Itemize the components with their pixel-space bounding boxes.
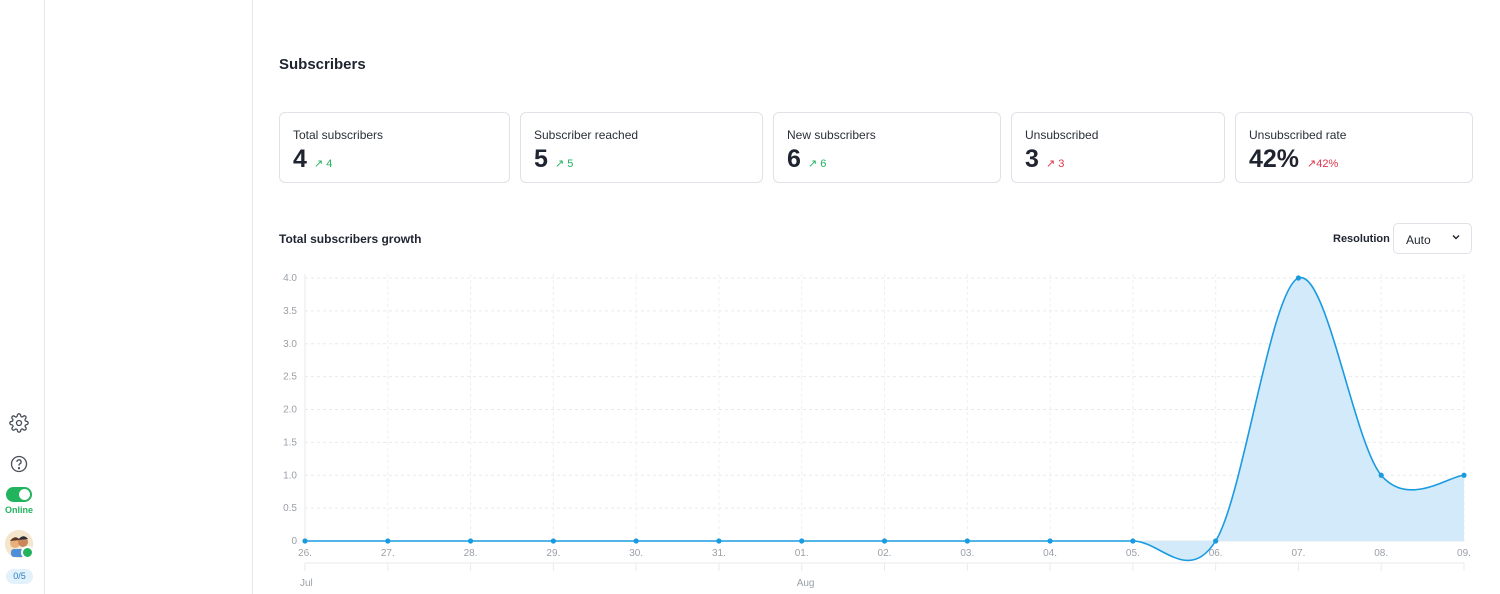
x-tick-label: 28. — [464, 548, 478, 559]
x-tick-label: 30. — [629, 548, 643, 559]
y-axis: 0 0.5 1.0 1.5 2.0 2.5 3.0 3.5 4.0 — [283, 273, 297, 547]
x-tick-label: 26. — [298, 548, 312, 559]
y-tick-label: 3.0 — [283, 339, 297, 350]
x-axis: 26. 27. 28. 29. 30. 31. 01. 02. 03. 04. 05. 06. 07. 0… — [298, 548, 1471, 589]
data-point — [1295, 275, 1302, 281]
data-point — [881, 538, 888, 544]
data-point — [385, 538, 391, 544]
x-tick-label: 03. — [960, 548, 974, 559]
x-tick-label: 05. — [1126, 548, 1140, 559]
y-tick-label: 0 — [291, 536, 297, 547]
data-point — [1378, 472, 1384, 478]
x-tick-label: 27. — [381, 548, 395, 559]
x-tick-label: 07. — [1291, 548, 1305, 559]
growth-chart: 0 0.5 1.0 1.5 2.0 2.5 3.0 3.5 4.0 26. 27. 28. 29. 30… — [283, 273, 1471, 589]
data-point — [1213, 538, 1219, 544]
x-tick-label: 01. — [795, 548, 809, 559]
data-point — [550, 538, 556, 544]
y-tick-label: 3.5 — [283, 306, 297, 317]
y-tick-label: 2.0 — [283, 405, 297, 416]
data-point — [964, 538, 970, 544]
y-tick-label: 0.5 — [283, 503, 297, 514]
x-tick-label: 02. — [878, 548, 892, 559]
x-tick-label: 09. — [1457, 548, 1471, 559]
x-tick-label: 04. — [1043, 548, 1057, 559]
data-point — [1461, 472, 1467, 478]
data-point — [716, 538, 722, 544]
data-point — [633, 538, 639, 544]
x-tick-label: 31. — [712, 548, 726, 559]
x-tick-label: 08. — [1374, 548, 1388, 559]
y-tick-label: 1.5 — [283, 437, 297, 448]
y-tick-label: 4.0 — [283, 273, 297, 284]
data-point — [302, 538, 308, 544]
y-tick-label: 1.0 — [283, 470, 297, 481]
data-point — [799, 538, 805, 544]
x-tick-label: 29. — [546, 548, 560, 559]
y-tick-label: 2.5 — [283, 372, 297, 383]
x-month-label: Aug — [797, 578, 815, 589]
x-tick-label: 06. — [1209, 548, 1223, 559]
data-point — [1047, 538, 1053, 544]
x-month-label: Jul — [300, 578, 313, 589]
data-point — [467, 538, 474, 544]
data-point — [1130, 538, 1136, 544]
